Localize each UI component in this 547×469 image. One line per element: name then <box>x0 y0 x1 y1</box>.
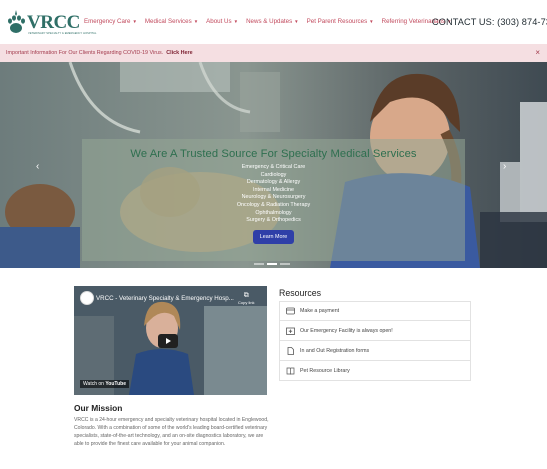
carousel-indicator[interactable] <box>267 263 277 265</box>
menu-pet-parent-resources[interactable]: Pet Parent Resources ▼ <box>307 18 374 25</box>
resource-label: In and Out Registration forms <box>300 347 370 354</box>
paw-icon <box>6 8 26 36</box>
resources-heading: Resources <box>279 288 322 298</box>
caret-down-icon: ▼ <box>294 19 299 24</box>
credit-card-icon <box>286 307 295 315</box>
copy-link-label: Copy link <box>238 300 255 305</box>
copy-link-button[interactable]: ⧉ Copy link <box>238 292 254 305</box>
caret-down-icon: ▼ <box>132 19 137 24</box>
menu-emergency-care[interactable]: Emergency Care ▼ <box>84 18 137 25</box>
logo-tagline: VETERINARY SPECIALTY & EMERGENCY HOSPITA… <box>28 32 97 35</box>
carousel-prev-icon[interactable]: ‹ <box>36 161 39 172</box>
service-item: Emergency & Critical Care <box>241 164 306 170</box>
copy-icon: ⧉ <box>243 292 249 299</box>
alert-text: Important Information For Our Clients Re… <box>6 50 164 56</box>
mission-heading: Our Mission <box>74 403 123 413</box>
service-item: Cardiology <box>260 171 287 178</box>
menu-news-updates[interactable]: News & Updates ▼ <box>246 18 299 25</box>
caret-down-icon: ▼ <box>369 19 374 24</box>
menu-label: Pet Parent Resources <box>306 18 368 25</box>
alert-link[interactable]: Click Here <box>166 50 192 56</box>
resource-label: Make a payment <box>300 308 340 314</box>
resource-label: Pet Resource Library <box>300 367 350 374</box>
book-icon <box>286 367 295 375</box>
watch-on-youtube[interactable]: Watch on YouTube <box>80 380 129 388</box>
video-title[interactable]: VRCC - Veterinary Specialty & Emergency … <box>96 295 234 302</box>
contact-phone[interactable]: CONTACT US: (303) 874-7387 <box>432 17 547 27</box>
carousel-next-icon[interactable]: › <box>503 161 506 172</box>
resource-item-library[interactable]: Pet Resource Library <box>279 361 471 381</box>
resource-label: Our Emergency Facility is always open! <box>300 327 393 334</box>
menu-medical-services[interactable]: Medical Services ▼ <box>145 18 198 25</box>
service-item: Surgery & Orthopedics <box>246 217 301 224</box>
menu-label: News & Updates <box>246 18 293 25</box>
learn-more-button[interactable]: Learn More <box>252 229 295 244</box>
watch-prefix: Watch on <box>83 381 104 387</box>
logo-wordmark: VRCC <box>27 11 80 33</box>
youtube-video-embed[interactable]: VRCC - Veterinary Specialty & Emergency … <box>74 286 267 395</box>
service-item: Dermatology & Allergy <box>246 179 301 186</box>
service-item: Neurology & Neurosurgery <box>241 194 306 201</box>
close-icon[interactable]: × <box>535 48 540 57</box>
covid-alert-banner: Important Information For Our Clients Re… <box>0 44 547 62</box>
carousel-indicator[interactable] <box>280 263 290 265</box>
menu-about-us[interactable]: About Us ▼ <box>206 18 238 25</box>
mission-paragraph: VRCC is a 24-hour emergency and specialt… <box>74 417 269 447</box>
hero-title: We Are A Trusted Source For Specialty Me… <box>130 148 417 160</box>
hero-carousel: We Are A Trusted Source For Specialty Me… <box>0 62 547 268</box>
vrcc-logo[interactable]: VRCC VETERINARY SPECIALTY & EMERGENCY HO… <box>6 5 96 39</box>
menu-label: About Us <box>206 18 232 25</box>
main-menu: Emergency Care ▼ Medical Services ▼ About … <box>84 18 459 25</box>
services-list: Emergency & Critical Care Cardiology Der… <box>82 164 465 225</box>
resources-list: Make a payment Our Emergency Facility is… <box>279 301 471 381</box>
hospital-icon <box>286 327 295 335</box>
menu-label: Emergency Care <box>84 18 131 25</box>
carousel-indicator[interactable] <box>254 263 264 265</box>
resource-item-emergency[interactable]: Our Emergency Facility is always open! <box>279 321 471 341</box>
resource-item-payment[interactable]: Make a payment <box>279 301 471 321</box>
channel-avatar[interactable] <box>80 291 94 305</box>
menu-label: Medical Services <box>144 18 192 25</box>
hero-caption: We Are A Trusted Source For Specialty Me… <box>82 139 465 261</box>
carousel-indicators <box>254 263 290 265</box>
document-icon <box>287 346 294 355</box>
resource-item-registration[interactable]: In and Out Registration forms <box>279 341 471 361</box>
youtube-logo: YouTube <box>105 381 126 387</box>
service-item: Internal Medicine <box>252 186 295 193</box>
service-item: Ophthalmology <box>255 209 292 216</box>
play-icon[interactable] <box>158 334 178 348</box>
caret-down-icon: ▼ <box>233 19 239 24</box>
caret-down-icon: ▼ <box>193 19 199 24</box>
top-navigation: VRCC VETERINARY SPECIALTY & EMERGENCY HO… <box>0 0 547 44</box>
service-item: Oncology & Radiation Therapy <box>236 201 311 208</box>
